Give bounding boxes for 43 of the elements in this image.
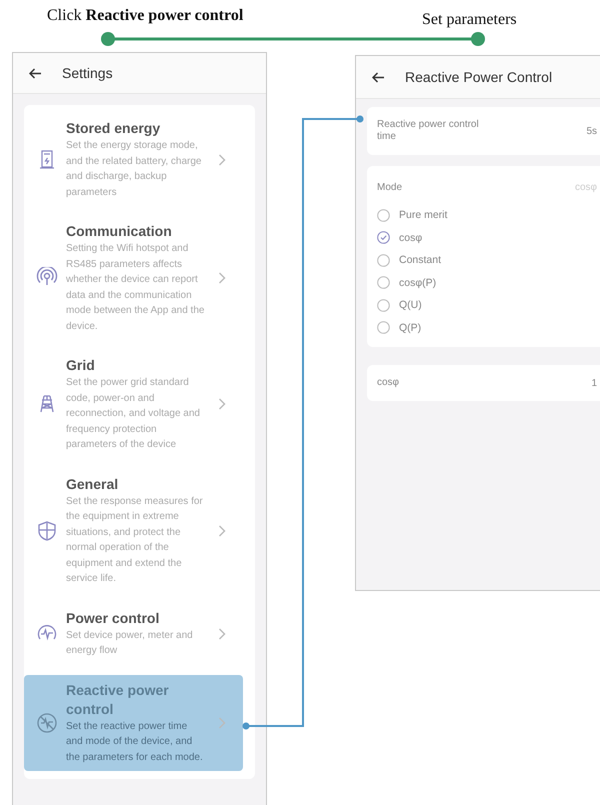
item-description: Set device power, meter and energy flow: [66, 628, 194, 658]
chevron-right-icon: [218, 272, 226, 284]
item-title: Power control: [66, 608, 160, 628]
item-description: Setting the Wifi hotspot and RS485 parameters affects whether the device can report data and the communication mode between the App and the device.: [66, 242, 206, 334]
screen-title: Settings: [62, 65, 113, 81]
radio-option[interactable]: cosφ(P): [377, 272, 597, 294]
row-label: cosφ: [377, 377, 400, 389]
row-value: 1: [591, 378, 597, 388]
chevron-right-icon: [218, 154, 226, 166]
item-title: Communication: [66, 222, 173, 241]
screen-title: Reactive Power Control: [405, 69, 552, 85]
chevron-right-icon: [218, 398, 226, 410]
item-title: General: [66, 474, 120, 494]
settings-item[interactable]: Stored energy Set the energy storage mode, and the related battery, charge and discharge, backup parameters: [24, 113, 243, 206]
radio-option[interactable]: cosφ: [377, 226, 597, 249]
chevron-right-icon: [218, 628, 226, 640]
item-description: Set the response measures for the equipment in extreme situations, and protect the normal operation of the equipment and extend the service life.: [66, 494, 204, 586]
item-title: Stored energy: [66, 119, 162, 138]
radio-option[interactable]: Q(U): [377, 294, 597, 316]
settings-item[interactable]: General Set the response measures for the equipment in extreme situations, and protect the normal operation of the equipment and extend the service life.: [24, 468, 243, 592]
back-arrow-icon[interactable]: [29, 68, 42, 78]
item-description: Set the reactive power time and mode of the device, and the parameters for each mode.: [66, 720, 204, 764]
shield-icon: [36, 520, 58, 542]
radio-option[interactable]: Pure merit: [377, 204, 597, 226]
settings-item[interactable]: Grid Set the power grid standard code, power-on and reconnection, and voltage and frequency protection parameters of the device: [24, 350, 243, 458]
step-caption: Click Reactive power control: [47, 7, 244, 25]
item-title: Reactive power control: [66, 680, 170, 718]
radio-option[interactable]: Q(P): [377, 316, 597, 339]
item-description: Set the energy storage mode, and the related battery, charge and discharge, backup parameters: [66, 139, 202, 200]
row-label: Mode: [377, 182, 402, 194]
settings-item[interactable]: Power control Set device power, meter and energy flow: [24, 602, 243, 664]
step-caption: Set parameters: [422, 11, 517, 29]
chevron-right-icon: [218, 524, 226, 536]
radio-option[interactable]: Constant: [377, 249, 597, 272]
row-value: 5s: [586, 126, 597, 136]
chevron-right-icon: [218, 716, 226, 729]
item-title: Grid: [66, 356, 96, 375]
back-arrow-icon[interactable]: [372, 72, 385, 82]
item-description: Set the power grid standard code, power-on and reconnection, and voltage and frequency protection parameters of the device: [66, 376, 201, 452]
row-label: Reactive power control time: [377, 119, 480, 143]
settings-item[interactable]: Reactive power control Set the reactive power time and mode of the device, and the parameters for each mode.: [24, 674, 243, 771]
settings-item[interactable]: Communication Setting the Wifi hotspot and RS485 parameters affects whether the device can report data and the communication mode between the App and the device.: [24, 216, 243, 340]
crossed-pulse-icon: [36, 712, 58, 734]
